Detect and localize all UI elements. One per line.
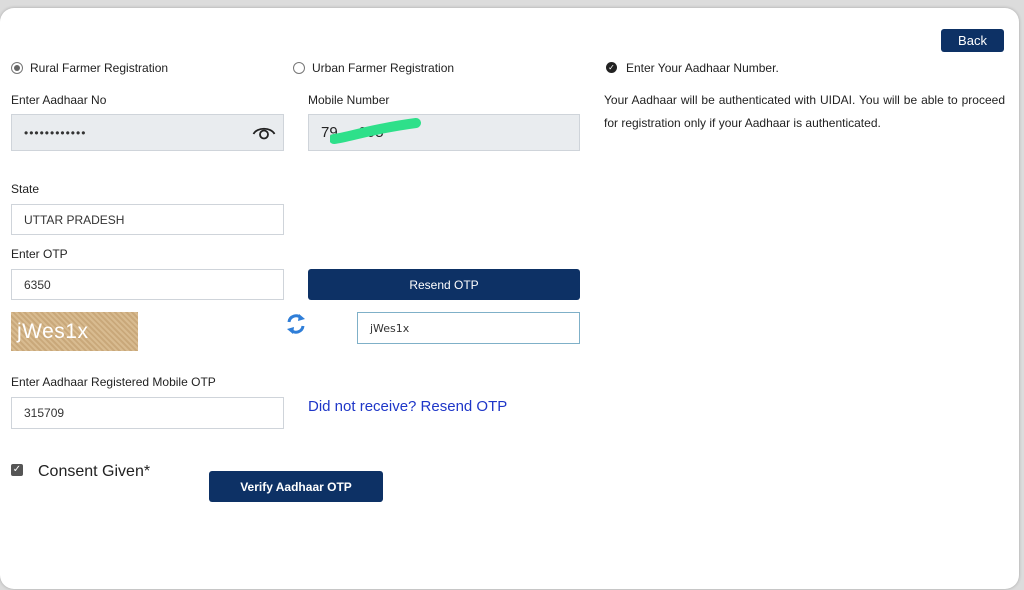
captcha-input-value: jWes1x bbox=[370, 321, 410, 335]
aadhaar-otp-value: 315709 bbox=[24, 406, 65, 420]
urban-radio[interactable] bbox=[293, 62, 305, 74]
mobile-label: Mobile Number bbox=[308, 93, 390, 107]
state-input[interactable]: UTTAR PRADESH bbox=[11, 204, 284, 235]
resend-otp-link[interactable]: Did not receive? Resend OTP bbox=[308, 398, 507, 415]
consent-label: Consent Given* bbox=[38, 463, 151, 480]
aadhaar-input[interactable]: •••••••••••• bbox=[11, 114, 284, 151]
captcha-image-text: jWes1x bbox=[17, 319, 89, 343]
captcha-image: jWes1x bbox=[11, 312, 138, 351]
verify-aadhaar-otp-button[interactable]: Verify Aadhaar OTP bbox=[209, 471, 383, 502]
otp-input[interactable]: 6350 bbox=[11, 269, 284, 300]
aadhaar-otp-input[interactable]: 315709 bbox=[11, 397, 284, 429]
aadhaar-label: Enter Aadhaar No bbox=[11, 93, 107, 107]
rural-registration-option[interactable]: Rural Farmer Registration bbox=[11, 61, 168, 75]
info-text: Your Aadhaar will be authenticated with … bbox=[604, 93, 1005, 130]
aadhaar-value: •••••••••••• bbox=[24, 125, 87, 140]
resend-otp-button[interactable]: Resend OTP bbox=[308, 269, 580, 300]
check-circle-icon: ✓ bbox=[606, 62, 617, 73]
info-heading: Enter Your Aadhaar Number. bbox=[626, 61, 779, 75]
urban-registration-option[interactable]: Urban Farmer Registration bbox=[293, 61, 454, 75]
consent-checkbox[interactable]: ✓ bbox=[11, 464, 23, 476]
redaction-mark bbox=[329, 117, 422, 145]
back-button[interactable]: Back bbox=[941, 29, 1004, 52]
rural-radio-label: Rural Farmer Registration bbox=[30, 61, 169, 75]
rural-radio[interactable] bbox=[11, 62, 23, 74]
state-label: State bbox=[11, 182, 40, 196]
captcha-input[interactable]: jWes1x bbox=[357, 312, 580, 344]
otp-value: 6350 bbox=[24, 277, 51, 292]
aadhaar-otp-label: Enter Aadhaar Registered Mobile OTP bbox=[11, 375, 216, 389]
refresh-captcha-icon[interactable] bbox=[286, 313, 306, 335]
otp-label: Enter OTP bbox=[11, 247, 68, 261]
state-value: UTTAR PRADESH bbox=[24, 212, 125, 227]
eye-icon[interactable] bbox=[252, 124, 276, 142]
urban-radio-label: Urban Farmer Registration bbox=[312, 61, 455, 75]
